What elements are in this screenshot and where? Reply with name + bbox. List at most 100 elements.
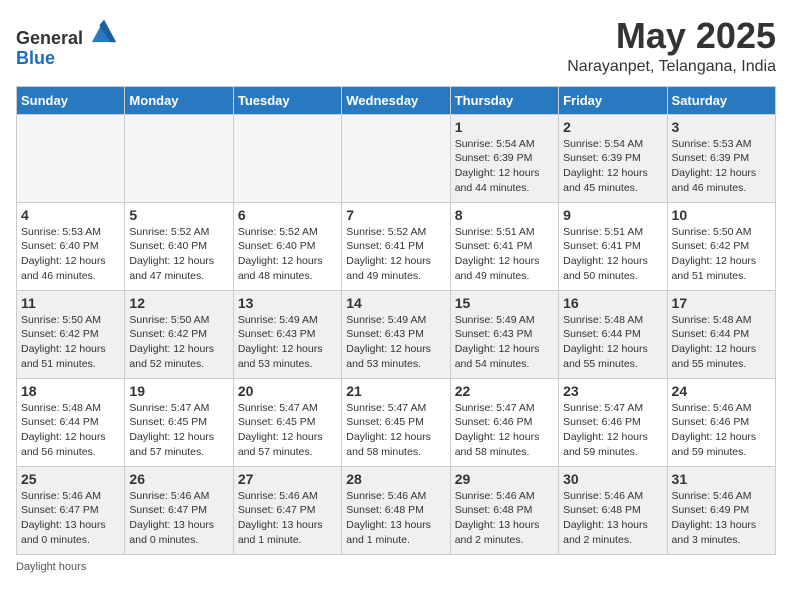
calendar-day-cell: 29 Sunrise: 5:46 AM Sunset: 6:48 PM Dayli…: [450, 466, 558, 554]
day-of-week-header: Monday: [125, 86, 233, 114]
calendar-day-cell: 16Sunrise: 5:48 AM Sunset: 6:44 PM Dayli…: [559, 290, 667, 378]
day-info: Sunrise: 5:52 AM Sunset: 6:40 PM Dayligh…: [238, 225, 337, 284]
day-number: 31: [672, 471, 771, 487]
day-info: Sunrise: 5:47 AM Sunset: 6:46 PM Dayligh…: [563, 401, 662, 460]
calendar-day-cell: 14 Sunrise: 5:49 AM Sunset: 6:43 PM Dayli…: [342, 290, 450, 378]
calendar-day-cell: 13 Sunrise: 5:49 AM Sunset: 6:43 PM Dayli…: [233, 290, 341, 378]
day-info: Sunrise: 5:48 AM Sunset: 6:44 PM Dayligh…: [21, 401, 120, 460]
calendar-day-cell: 21 Sunrise: 5:47 AM Sunset: 6:45 PM Dayli…: [342, 378, 450, 466]
day-number: 26: [129, 471, 228, 487]
day-number: 3: [672, 119, 771, 135]
day-number: 5: [129, 207, 228, 223]
day-number: 20: [238, 383, 337, 399]
day-number: 11: [21, 295, 120, 311]
calendar-day-cell: 4 Sunrise: 5:53 AM Sunset: 6:40 PM Daylig…: [17, 202, 125, 290]
calendar-day-cell: 23 Sunrise: 5:47 AM Sunset: 6:46 PM Dayli…: [559, 378, 667, 466]
day-number: 7: [346, 207, 445, 223]
day-info: Sunrise: 5:47 AM Sunset: 6:46 PM Dayligh…: [455, 401, 554, 460]
day-number: 17: [672, 295, 771, 311]
day-of-week-header: Tuesday: [233, 86, 341, 114]
day-number: 14: [346, 295, 445, 311]
day-info: Sunrise: 5:49 AM Sunset: 6:43 PM Dayligh…: [455, 313, 554, 372]
calendar-week-row: 1 Sunrise: 5:54 AM Sunset: 6:39 PM Daylig…: [17, 114, 776, 202]
calendar-day-cell: 20Sunrise: 5:47 AM Sunset: 6:45 PM Dayli…: [233, 378, 341, 466]
day-number: 21: [346, 383, 445, 399]
logo-text: General Blue: [16, 16, 118, 69]
day-info: Sunrise: 5:47 AM Sunset: 6:45 PM Dayligh…: [346, 401, 445, 460]
calendar-week-row: 25Sunrise: 5:46 AM Sunset: 6:47 PM Dayli…: [17, 466, 776, 554]
day-of-week-header: Friday: [559, 86, 667, 114]
day-number: 30: [563, 471, 662, 487]
page-header: General Blue May 2025 Narayanpet, Telang…: [16, 16, 776, 76]
calendar-day-cell: 3 Sunrise: 5:53 AM Sunset: 6:39 PM Daylig…: [667, 114, 775, 202]
day-number: 22: [455, 383, 554, 399]
day-info: Sunrise: 5:54 AM Sunset: 6:39 PM Dayligh…: [455, 137, 554, 196]
month-title: May 2025: [567, 16, 776, 56]
calendar-day-cell: [125, 114, 233, 202]
calendar-table: SundayMondayTuesdayWednesdayThursdayFrid…: [16, 86, 776, 555]
calendar-week-row: 11 Sunrise: 5:50 AM Sunset: 6:42 PM Dayli…: [17, 290, 776, 378]
calendar-day-cell: 18 Sunrise: 5:48 AM Sunset: 6:44 PM Dayli…: [17, 378, 125, 466]
day-info: Sunrise: 5:47 AM Sunset: 6:45 PM Dayligh…: [129, 401, 228, 460]
day-info: Sunrise: 5:49 AM Sunset: 6:43 PM Dayligh…: [238, 313, 337, 372]
location-title: Narayanpet, Telangana, India: [567, 58, 776, 76]
calendar-day-cell: 11 Sunrise: 5:50 AM Sunset: 6:42 PM Dayli…: [17, 290, 125, 378]
calendar-day-cell: 1 Sunrise: 5:54 AM Sunset: 6:39 PM Daylig…: [450, 114, 558, 202]
day-info: Sunrise: 5:51 AM Sunset: 6:41 PM Dayligh…: [455, 225, 554, 284]
day-of-week-header: Saturday: [667, 86, 775, 114]
day-info: Sunrise: 5:54 AM Sunset: 6:39 PM Dayligh…: [563, 137, 662, 196]
logo-general: General: [16, 16, 118, 49]
logo-icon: [90, 16, 118, 44]
day-info: Sunrise: 5:52 AM Sunset: 6:40 PM Dayligh…: [129, 225, 228, 284]
day-info: Sunrise: 5:50 AM Sunset: 6:42 PM Dayligh…: [129, 313, 228, 372]
day-number: 6: [238, 207, 337, 223]
day-of-week-header: Sunday: [17, 86, 125, 114]
day-info: Sunrise: 5:50 AM Sunset: 6:42 PM Dayligh…: [672, 225, 771, 284]
calendar-day-cell: 15 Sunrise: 5:49 AM Sunset: 6:43 PM Dayli…: [450, 290, 558, 378]
calendar-week-row: 18 Sunrise: 5:48 AM Sunset: 6:44 PM Dayli…: [17, 378, 776, 466]
day-number: 1: [455, 119, 554, 135]
calendar-day-cell: 7 Sunrise: 5:52 AM Sunset: 6:41 PM Daylig…: [342, 202, 450, 290]
calendar-week-row: 4 Sunrise: 5:53 AM Sunset: 6:40 PM Daylig…: [17, 202, 776, 290]
calendar-day-cell: [233, 114, 341, 202]
day-info: Sunrise: 5:53 AM Sunset: 6:39 PM Dayligh…: [672, 137, 771, 196]
day-info: Sunrise: 5:46 AM Sunset: 6:48 PM Dayligh…: [563, 489, 662, 548]
day-info: Sunrise: 5:48 AM Sunset: 6:44 PM Dayligh…: [672, 313, 771, 372]
day-number: 10: [672, 207, 771, 223]
day-number: 24: [672, 383, 771, 399]
day-of-week-header: Wednesday: [342, 86, 450, 114]
calendar-day-cell: 10 Sunrise: 5:50 AM Sunset: 6:42 PM Dayli…: [667, 202, 775, 290]
calendar-day-cell: 2Sunrise: 5:54 AM Sunset: 6:39 PM Daylig…: [559, 114, 667, 202]
day-info: Sunrise: 5:52 AM Sunset: 6:41 PM Dayligh…: [346, 225, 445, 284]
calendar-day-cell: 12 Sunrise: 5:50 AM Sunset: 6:42 PM Dayli…: [125, 290, 233, 378]
day-number: 16: [563, 295, 662, 311]
day-info: Sunrise: 5:51 AM Sunset: 6:41 PM Dayligh…: [563, 225, 662, 284]
calendar-day-cell: 19 Sunrise: 5:47 AM Sunset: 6:45 PM Dayli…: [125, 378, 233, 466]
day-number: 4: [21, 207, 120, 223]
calendar-day-cell: [342, 114, 450, 202]
day-info: Sunrise: 5:49 AM Sunset: 6:43 PM Dayligh…: [346, 313, 445, 372]
calendar-day-cell: 25Sunrise: 5:46 AM Sunset: 6:47 PM Dayli…: [17, 466, 125, 554]
day-number: 29: [455, 471, 554, 487]
day-number: 12: [129, 295, 228, 311]
day-number: 25: [21, 471, 120, 487]
day-number: 15: [455, 295, 554, 311]
calendar-day-cell: 22 Sunrise: 5:47 AM Sunset: 6:46 PM Dayli…: [450, 378, 558, 466]
day-info: Sunrise: 5:53 AM Sunset: 6:40 PM Dayligh…: [21, 225, 120, 284]
day-number: 19: [129, 383, 228, 399]
day-info: Sunrise: 5:46 AM Sunset: 6:48 PM Dayligh…: [346, 489, 445, 548]
day-number: 18: [21, 383, 120, 399]
day-info: Sunrise: 5:50 AM Sunset: 6:42 PM Dayligh…: [21, 313, 120, 372]
calendar-day-cell: 28Sunrise: 5:46 AM Sunset: 6:48 PM Dayli…: [342, 466, 450, 554]
calendar-day-cell: 6 Sunrise: 5:52 AM Sunset: 6:40 PM Daylig…: [233, 202, 341, 290]
calendar-day-cell: 27Sunrise: 5:46 AM Sunset: 6:47 PM Dayli…: [233, 466, 341, 554]
title-section: May 2025 Narayanpet, Telangana, India: [567, 16, 776, 76]
day-number: 13: [238, 295, 337, 311]
calendar-day-cell: [17, 114, 125, 202]
calendar-day-cell: 31Sunrise: 5:46 AM Sunset: 6:49 PM Dayli…: [667, 466, 775, 554]
calendar-day-cell: 8Sunrise: 5:51 AM Sunset: 6:41 PM Daylig…: [450, 202, 558, 290]
day-info: Sunrise: 5:46 AM Sunset: 6:48 PM Dayligh…: [455, 489, 554, 548]
calendar-day-cell: 30 Sunrise: 5:46 AM Sunset: 6:48 PM Dayli…: [559, 466, 667, 554]
logo: General Blue: [16, 16, 118, 69]
day-number: 23: [563, 383, 662, 399]
